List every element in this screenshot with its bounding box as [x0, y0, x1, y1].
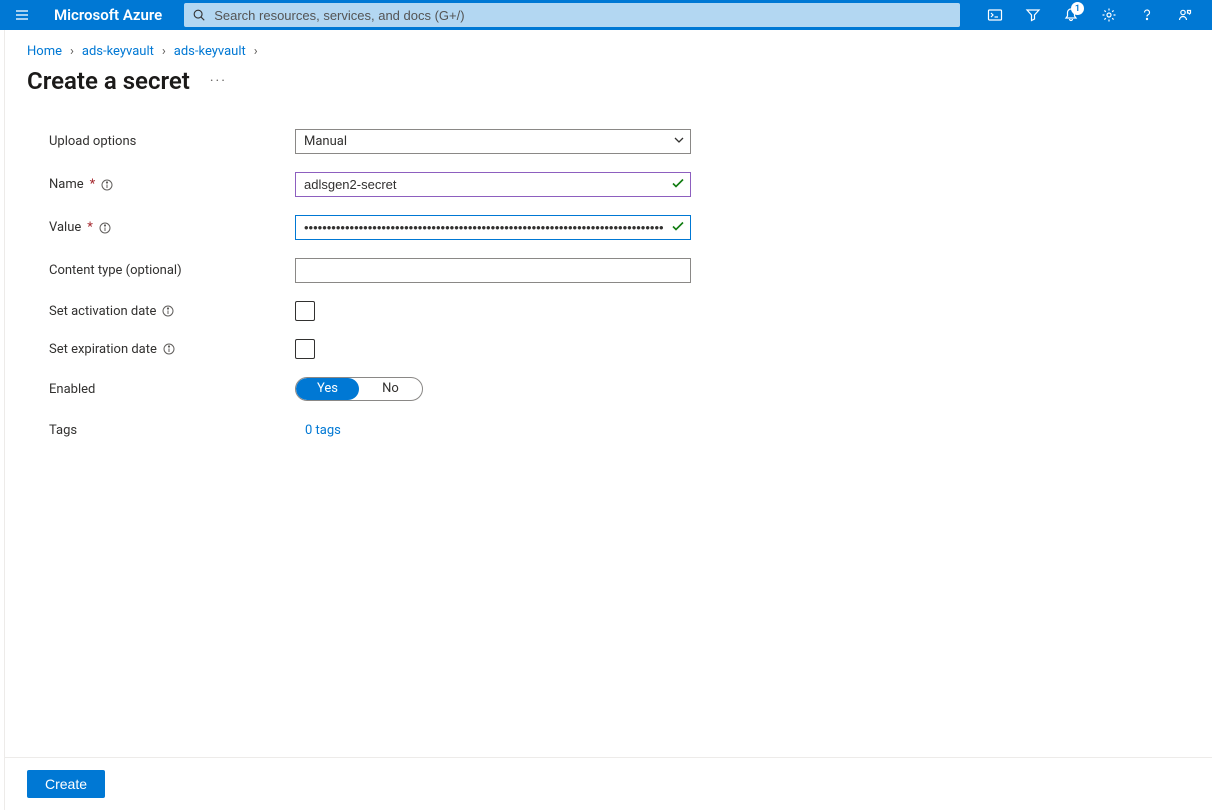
content-type-input[interactable] [295, 258, 691, 283]
help-icon [1139, 7, 1155, 23]
value-label: Value* [49, 220, 295, 235]
chevron-right-icon: › [254, 44, 258, 59]
brand-label: Microsoft Azure [36, 6, 184, 24]
name-label: Name* [49, 177, 295, 192]
enabled-no[interactable]: No [359, 378, 422, 400]
breadcrumb-keyvault-1[interactable]: ads-keyvault [82, 44, 154, 59]
create-button[interactable]: Create [27, 770, 105, 798]
global-header: Microsoft Azure 1 [0, 0, 1212, 30]
name-input-wrap [295, 172, 691, 197]
cloud-shell-button[interactable] [976, 0, 1014, 30]
page-header: Create a secret ··· [5, 61, 1212, 111]
enabled-yes[interactable]: Yes [296, 378, 359, 400]
value-input[interactable] [295, 215, 691, 240]
search-icon [192, 8, 206, 22]
breadcrumb-keyvault-2[interactable]: ads-keyvault [174, 44, 246, 59]
expiration-date-label: Set expiration date [49, 342, 295, 357]
chevron-down-icon [673, 134, 685, 150]
info-icon[interactable] [99, 222, 111, 234]
create-secret-form: Upload options Manual Name* [5, 111, 1212, 751]
header-actions: 1 [960, 0, 1204, 30]
valid-check-icon [671, 176, 685, 194]
enabled-toggle[interactable]: Yes No [295, 377, 423, 401]
chevron-right-icon: › [70, 44, 74, 59]
directory-filter-button[interactable] [1014, 0, 1052, 30]
info-icon[interactable] [162, 305, 174, 317]
feedback-button[interactable] [1166, 0, 1204, 30]
help-button[interactable] [1128, 0, 1166, 30]
value-input-wrap [295, 215, 691, 240]
chevron-right-icon: › [162, 44, 166, 59]
notifications-button[interactable]: 1 [1052, 0, 1090, 30]
enabled-label: Enabled [49, 382, 295, 397]
upload-options-label: Upload options [49, 134, 295, 149]
more-actions-button[interactable]: ··· [210, 73, 227, 89]
content-type-label: Content type (optional) [49, 263, 295, 278]
tags-link[interactable]: 0 tags [295, 423, 341, 438]
filter-icon [1025, 7, 1041, 23]
valid-check-icon [671, 219, 685, 237]
person-feedback-icon [1177, 7, 1193, 23]
global-search[interactable] [184, 3, 960, 27]
info-icon[interactable] [163, 343, 175, 355]
name-input[interactable] [295, 172, 691, 197]
breadcrumb-home[interactable]: Home [27, 44, 62, 59]
cloud-shell-icon [987, 7, 1003, 23]
upload-options-select[interactable]: Manual [295, 129, 691, 154]
gear-icon [1101, 7, 1117, 23]
global-search-input[interactable] [212, 7, 952, 24]
settings-button[interactable] [1090, 0, 1128, 30]
expiration-date-checkbox[interactable] [295, 339, 315, 359]
hamburger-icon [14, 7, 30, 23]
activation-date-label: Set activation date [49, 304, 295, 319]
tags-label: Tags [49, 423, 295, 438]
page-footer: Create [5, 757, 1212, 810]
page-shell: Home › ads-keyvault › ads-keyvault › Cre… [4, 30, 1212, 810]
page-title: Create a secret [27, 67, 190, 95]
activation-date-checkbox[interactable] [295, 301, 315, 321]
breadcrumb: Home › ads-keyvault › ads-keyvault › [5, 30, 1212, 61]
hamburger-menu-button[interactable] [8, 7, 36, 23]
notification-badge: 1 [1071, 2, 1084, 15]
info-icon[interactable] [101, 179, 113, 191]
